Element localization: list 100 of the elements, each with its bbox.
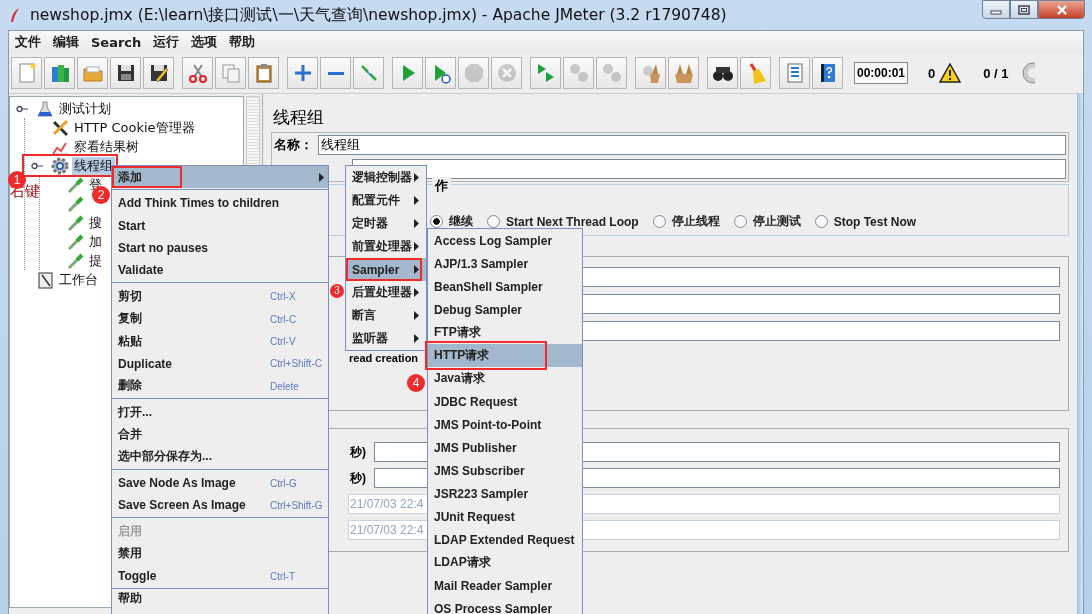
field-label: 秒) — [349, 443, 367, 461]
menu-item[interactable]: 运行 — [147, 33, 186, 51]
menu-item[interactable]: AJP/1.3 Sampler — [428, 252, 583, 275]
menu-item[interactable]: HTTP请求 — [428, 344, 583, 367]
submenu-arrow-icon — [414, 219, 419, 228]
menu-item[interactable]: Add Think Times to children — [112, 192, 328, 215]
shortcut-label: Ctrl-G — [270, 477, 297, 489]
menu-item[interactable]: 文件 — [9, 33, 47, 51]
tree-item[interactable]: 搜 — [87, 213, 104, 232]
tree-item[interactable]: 测试计划 — [57, 99, 113, 118]
radio-button[interactable] — [430, 215, 443, 228]
menu-item[interactable]: JMS Point-to-Point — [428, 413, 583, 436]
menu-item[interactable]: 选项 — [185, 33, 224, 51]
pipette-icon — [66, 251, 84, 270]
menu-item[interactable]: BeanShell Sampler — [428, 275, 583, 298]
menu-item[interactable]: 添加 — [112, 166, 328, 189]
menu-item[interactable]: 逻辑控制器 — [346, 166, 426, 189]
menu-item[interactable]: Save Node As Image Ctrl-G — [112, 471, 328, 495]
submenu-arrow-icon — [414, 288, 419, 297]
tree-item[interactable]: 线程组 — [72, 156, 115, 175]
radio-button[interactable] — [814, 215, 828, 228]
group-title: 作 — [432, 177, 451, 195]
expand-handle[interactable] — [31, 160, 43, 171]
menu-item[interactable]: JMS Publisher — [428, 436, 583, 459]
close-button[interactable] — [1038, 0, 1085, 19]
menu-item[interactable]: Duplicate Ctrl+Shift-C — [112, 352, 328, 375]
submenu-arrow-icon — [414, 265, 419, 274]
dots-icon — [567, 62, 590, 84]
menu-item[interactable]: 配置元件 — [346, 189, 426, 212]
submenu-arrow-icon — [414, 196, 419, 205]
menu-item[interactable]: Debug Sampler — [428, 298, 583, 321]
error-count: 0 — [928, 65, 936, 81]
shortcut-label: Ctrl-X — [270, 291, 296, 303]
menu-item[interactable]: 打开... — [112, 400, 328, 424]
submenu-arrow-icon — [414, 311, 419, 320]
menu-item[interactable]: 复制 Ctrl-C — [112, 307, 328, 331]
menu-item[interactable]: 粘贴 Ctrl-V — [112, 330, 328, 353]
submenu-arrow-icon — [414, 334, 419, 343]
dots-icon — [600, 62, 623, 84]
feather-icon — [8, 7, 22, 23]
shortcut-label: Ctrl-C — [270, 313, 297, 325]
radio-label: 停止线程 — [671, 213, 720, 230]
name-field[interactable]: 线程组 — [318, 135, 1066, 155]
menu-item[interactable]: LDAP请求 — [428, 551, 583, 574]
menu-item[interactable]: Start — [112, 214, 328, 237]
stop-sign-icon — [462, 62, 485, 84]
tree-item[interactable]: 察看结果树 — [72, 137, 141, 156]
submenu-arrow-icon — [414, 173, 419, 182]
flask-icon — [36, 99, 54, 118]
x-circle-icon — [495, 62, 518, 84]
pipette-icon — [66, 194, 84, 213]
menu-item[interactable]: FTP请求 — [428, 321, 583, 344]
tree-item[interactable]: 加 — [87, 232, 104, 251]
warning-icon — [939, 63, 962, 83]
menu-item[interactable]: JDBC Request — [428, 390, 583, 413]
menu-item[interactable]: Mail Reader Sampler — [428, 574, 583, 597]
toolbar-button[interactable] — [812, 57, 843, 89]
tree-item[interactable]: 提 — [87, 251, 104, 270]
menu-item[interactable]: 帮助 — [112, 591, 328, 607]
menu-item[interactable]: 编辑 — [47, 33, 85, 51]
menu-item[interactable]: 前置处理器 — [346, 235, 426, 258]
menu-item[interactable]: 选中部分保存为... — [112, 445, 328, 468]
field-label: 秒) — [349, 469, 367, 487]
radio-label: 停止测试 — [752, 213, 801, 230]
menu-item[interactable]: Start no pauses — [112, 236, 328, 260]
tools-icon — [51, 118, 69, 137]
menu-item[interactable]: 断言 — [346, 304, 426, 327]
menu-item[interactable]: 合并 — [112, 423, 328, 446]
menu-item[interactable]: JMS Subscriber — [428, 459, 583, 482]
menu-item[interactable]: Search — [85, 34, 148, 50]
menu-item[interactable]: 帮助 — [223, 33, 262, 51]
menu-item[interactable]: Toggle Ctrl-T — [112, 565, 328, 588]
radio-button[interactable] — [652, 215, 666, 228]
toolbar-button[interactable] — [143, 57, 174, 89]
window-title: newshop.jmx (E:\learn\接口测试\一\天气查询\newshop.jmx) - Apache JMeter (3.2 r1790748) — [30, 4, 727, 26]
tree-item[interactable]: 工作台 — [57, 270, 100, 289]
menu-item[interactable]: Validate — [112, 259, 328, 282]
shortcut-label: Ctrl-V — [270, 336, 296, 348]
panel-title: 线程组 — [272, 106, 325, 129]
toolbar-button[interactable] — [707, 57, 738, 89]
menu-item[interactable]: 监听器 — [346, 327, 426, 350]
toolbar-button[interactable] — [110, 57, 141, 89]
menu-item[interactable]: 剪切 Ctrl-X — [112, 285, 328, 308]
menu-item[interactable]: Save Screen As Image Ctrl+Shift-G — [112, 494, 328, 517]
menu-item[interactable]: 后置处理器 — [346, 281, 426, 304]
scrollbar[interactable] — [1077, 94, 1083, 614]
checkbox-label: read creation — [349, 352, 419, 364]
menu-item[interactable]: 定时器 — [346, 212, 426, 235]
tree-item[interactable]: HTTP Cookie管理器 — [72, 118, 197, 137]
menu-item[interactable]: Access Log Sampler — [428, 229, 583, 252]
maximize-button[interactable] — [1010, 0, 1038, 19]
close-icon — [1055, 4, 1068, 15]
shortcut-label: Ctrl-T — [270, 571, 295, 583]
radio-button[interactable] — [487, 215, 500, 228]
menu-item[interactable]: 删除 Delete — [112, 374, 328, 397]
menu-item[interactable]: Java请求 — [428, 367, 583, 390]
radio-button[interactable] — [733, 215, 747, 228]
expand-handle[interactable] — [16, 103, 28, 114]
menu-item[interactable]: 禁用 — [112, 542, 328, 566]
annotation-box — [112, 166, 182, 189]
